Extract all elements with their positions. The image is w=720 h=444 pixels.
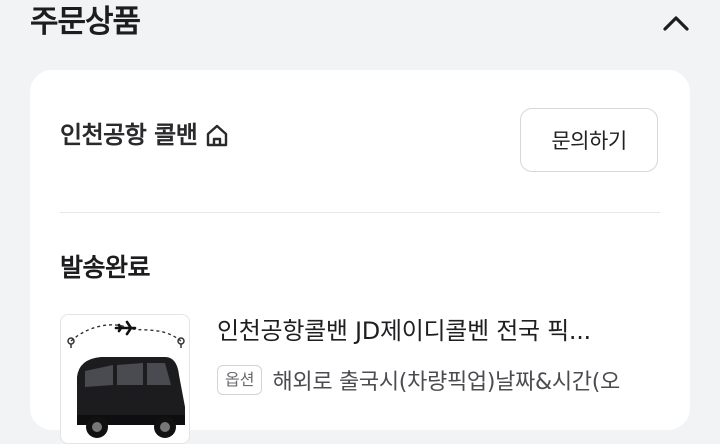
option-text: 해외로 출국시(차량픽업)날짜&시간(오 <box>272 370 620 395</box>
inquiry-button[interactable]: 문의하기 <box>520 108 658 172</box>
order-card: 인천공항 콜밴 문의하기 발송완료 인천공항콜밴 JD제이디콜벤 전국 픽...… <box>30 70 690 444</box>
chevron-up-icon <box>663 16 689 31</box>
order-products-header: 주문상품 <box>0 0 720 48</box>
store-name: 인천공항 콜밴 <box>60 121 198 149</box>
section-title: 주문상품 <box>30 4 141 40</box>
home-icon <box>207 124 228 147</box>
store-name-link[interactable]: 인천공항 콜밴 <box>60 118 231 152</box>
option-badge: 옵션 <box>217 365 263 395</box>
product-title[interactable]: 인천공항콜밴 JD제이디콜벤 전국 픽... <box>217 314 657 348</box>
delivery-status: 발송완료 <box>60 253 151 282</box>
collapse-button[interactable] <box>656 6 696 40</box>
product-image <box>67 320 185 438</box>
product-thumbnail[interactable] <box>60 314 190 444</box>
product-option: 옵션 해외로 출국시(차량픽업)날짜&시간(오 <box>217 362 667 398</box>
store-row: 인천공항 콜밴 문의하기 <box>60 70 660 213</box>
